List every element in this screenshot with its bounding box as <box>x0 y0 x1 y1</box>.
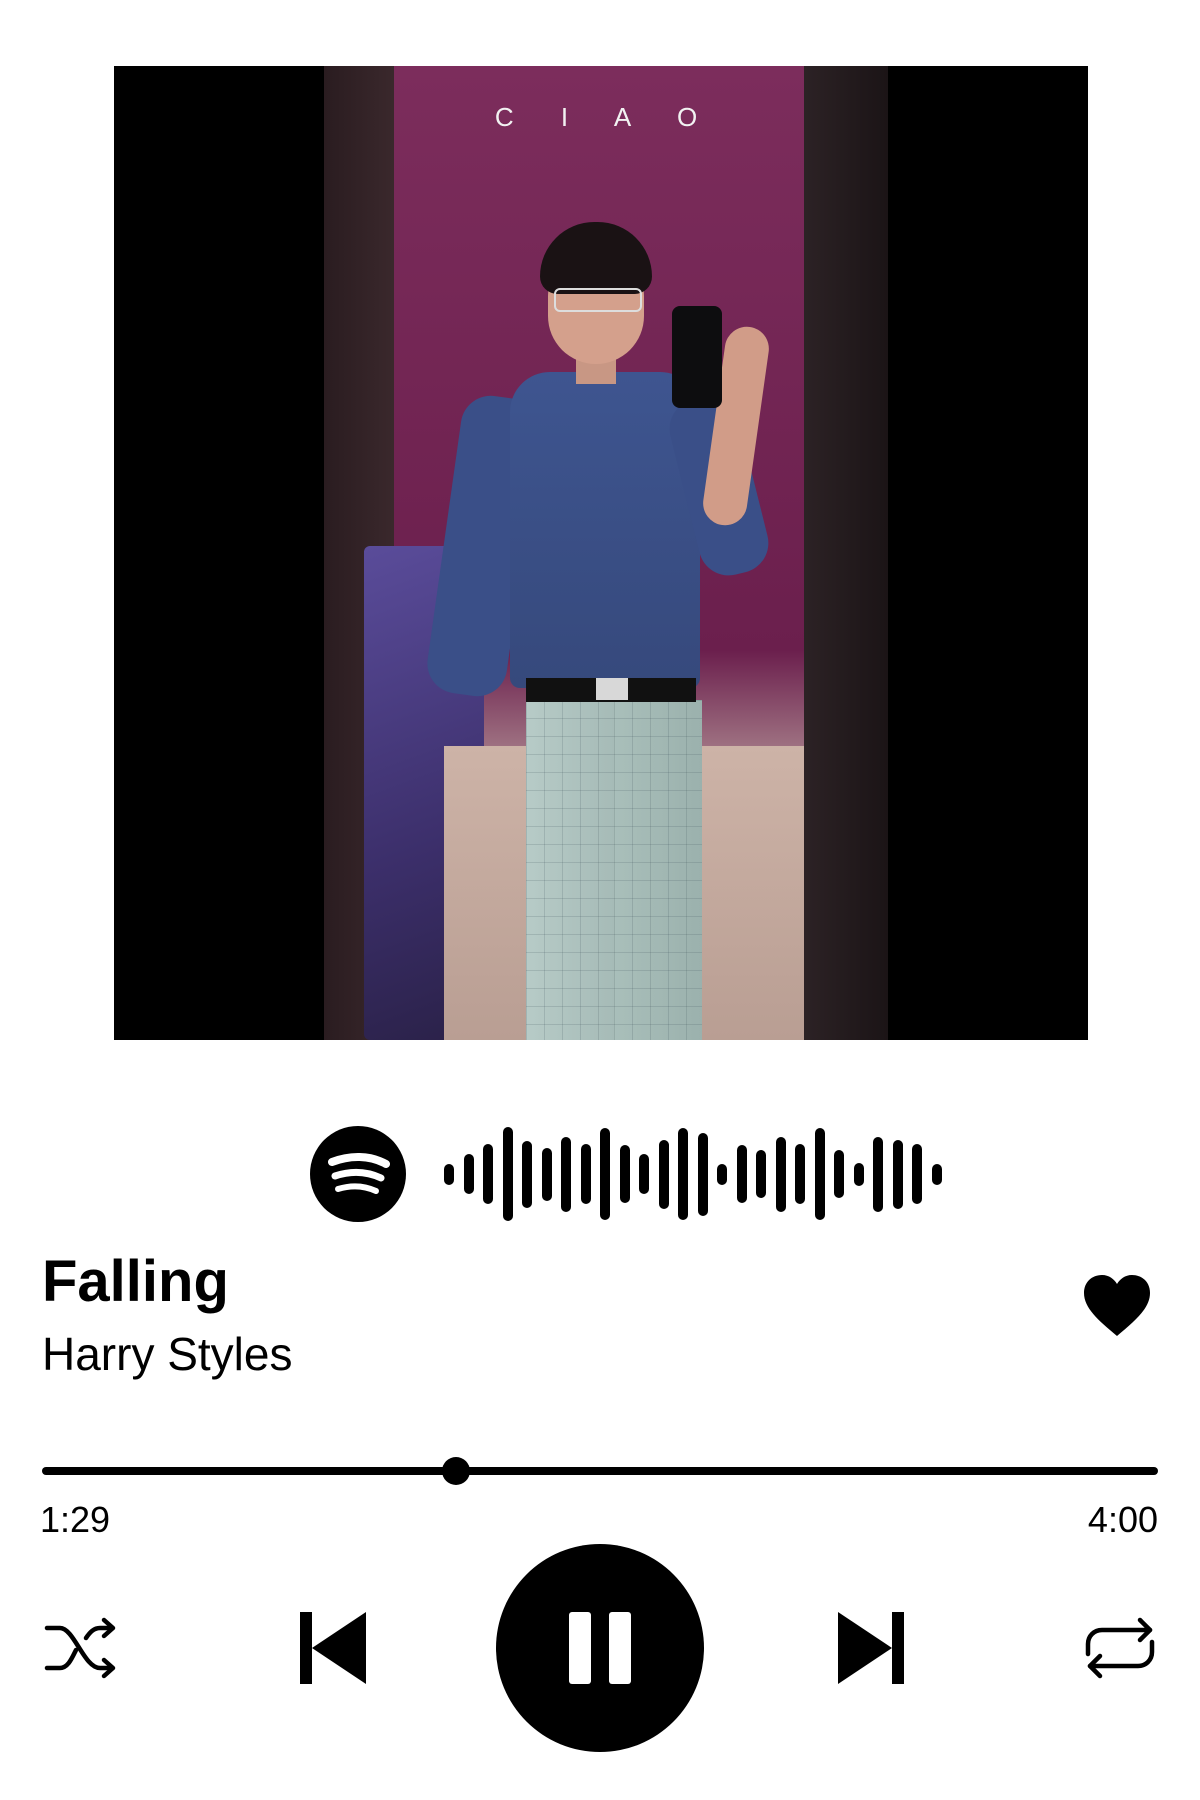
progress-knob[interactable] <box>442 1457 471 1485</box>
album-art-overlay-text: C I A O <box>494 102 718 132</box>
spotify-code-bar <box>853 1162 864 1186</box>
progress-bar[interactable] <box>42 1457 1158 1485</box>
spotify-code-bar <box>717 1163 727 1185</box>
spotify-code-bar <box>892 1139 903 1209</box>
album-art: C I A O <box>114 66 1088 1040</box>
spotify-code <box>310 1126 942 1226</box>
album-photo: C I A O <box>324 66 888 1040</box>
spotify-code-bar <box>483 1144 493 1204</box>
like-heart-icon[interactable] <box>1082 1272 1152 1342</box>
spotify-code-bar <box>600 1128 610 1220</box>
spotify-code-bar <box>444 1163 454 1185</box>
spotify-code-bar <box>658 1139 669 1209</box>
track-title: Falling <box>42 1249 229 1314</box>
spotify-code-bar <box>912 1144 922 1204</box>
track-artist[interactable]: Harry Styles <box>42 1326 292 1382</box>
pause-icon <box>569 1612 631 1684</box>
spotify-code-bar <box>522 1140 532 1208</box>
spotify-code-bar <box>814 1128 825 1220</box>
skip-next-icon[interactable] <box>836 1610 906 1686</box>
spotify-code-bar <box>580 1144 591 1204</box>
spotify-code-bar <box>756 1150 766 1198</box>
repeat-icon[interactable] <box>1082 1614 1158 1682</box>
spotify-code-bar <box>541 1147 552 1201</box>
skip-previous-icon[interactable] <box>298 1610 368 1686</box>
spotify-code-bar <box>678 1128 688 1220</box>
spotify-code-bar <box>463 1154 474 1194</box>
spotify-code-bar <box>619 1145 630 1203</box>
spotify-code-bar <box>775 1136 786 1212</box>
total-time: 4:00 <box>1087 1499 1158 1540</box>
spotify-code-bar <box>561 1136 571 1212</box>
photo-mirror-edge <box>804 66 888 1040</box>
spotify-code-bar <box>639 1154 649 1194</box>
spotify-code-bar <box>502 1127 513 1221</box>
spotify-code-bars <box>444 1126 942 1222</box>
spotify-code-bar <box>795 1144 805 1204</box>
spotify-code-bar <box>736 1145 747 1203</box>
spotify-code-bar <box>834 1150 844 1198</box>
shuffle-icon[interactable] <box>44 1616 118 1680</box>
spotify-code-bar <box>931 1163 942 1185</box>
progress-track <box>42 1467 1158 1475</box>
play-pause-button[interactable] <box>496 1544 704 1752</box>
elapsed-time: 1:29 <box>40 1499 111 1540</box>
spotify-code-bar <box>873 1136 883 1212</box>
spotify-code-bar <box>697 1132 708 1216</box>
spotify-icon <box>310 1126 406 1222</box>
